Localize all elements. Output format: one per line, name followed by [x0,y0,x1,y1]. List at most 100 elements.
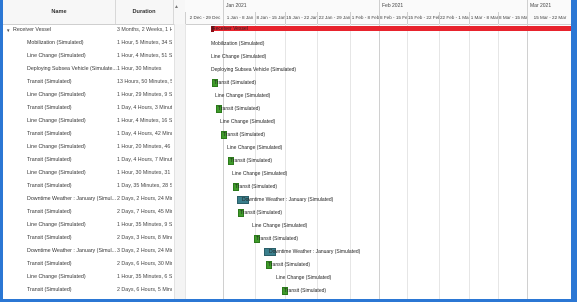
week-header: 8 Feb - 15 Feb [379,12,408,24]
task-duration-cell: 1 Day, 4 Hours, 7 Minute... [117,157,172,163]
task-duration-cell: 1 Day, 35 Minutes, 28 Se... [117,183,172,189]
gridline [439,24,440,299]
task-grid: Name Duration ▲ ▼ Receiver Vessel 3 Months… [3,0,186,299]
bar-label: Downtime Weather : January (Simulated) [269,249,361,255]
bar-label: Line Change (Simulated) [215,93,271,99]
table-row[interactable]: Line Change (Simulated) 1 Hour, 35 Minute… [3,219,173,232]
task-duration-cell: 1 Hour, 4 Minutes, 51 Se... [117,53,172,59]
task-duration-cell: 2 Days, 3 Hours, 8 Minut... [117,235,172,241]
duration-column-label: Duration [132,9,156,15]
table-row[interactable]: Transit (Simulated) 1 Day, 4 Hours, 7 Min… [3,154,173,167]
bar-label: Line Change (Simulated) [220,119,276,125]
task-duration-cell: 1 Hour, 29 Minutes, 9 Se... [117,92,172,98]
bar-label: Line Change (Simulated) [276,275,332,281]
scroll-up-icon[interactable]: ▲ [174,4,179,10]
task-name-cell: Receiver Vessel [13,27,51,33]
gridline [379,24,380,299]
bar-label: Transit (Simulated) [240,210,283,216]
table-row[interactable]: Line Change (Simulated) 1 Hour, 4 Minutes… [3,50,173,63]
table-row[interactable]: Line Change (Simulated) 1 Hour, 4 Minutes… [3,115,173,128]
table-row[interactable]: Line Change (Simulated) 1 Hour, 35 Minute… [3,271,173,284]
week-header: 15 Feb - 22 Feb [407,12,440,24]
duration-column-header[interactable]: Duration [115,0,174,24]
bar-label: Line Change (Simulated) [211,54,267,60]
gridline [407,24,408,299]
bar-label: Transit (Simulated) [214,80,257,86]
task-duration-cell: 2 Days, 6 Hours, 30 Minu... [117,261,172,267]
bar-label: Transit (Simulated) [235,184,278,190]
week-header: 15 Mar - 22 Mar [527,12,571,24]
table-row[interactable]: Transit (Simulated) 2 Days, 3 Hours, 8 Mi… [3,232,173,245]
table-row[interactable]: Line Change (Simulated) 1 Hour, 20 Minute… [3,141,173,154]
bar-label: Transit (Simulated) [256,236,299,242]
table-row[interactable]: Transit (Simulated) 1 Day, 4 Hours, 3 Min… [3,102,173,115]
table-row[interactable]: Downtime Weather : January (Simul... 2 Da… [3,193,173,206]
table-row[interactable]: Mobilization (Simulated) 1 Hour, 5 Minute… [3,37,173,50]
task-duration-cell: 2 Days, 7 Hours, 45 Minu... [117,209,172,215]
task-duration-cell: 3 Months, 2 Weeks, 1 Ho... [117,27,172,33]
task-duration-cell: 1 Day, 4 Hours, 3 Minute... [117,105,172,111]
task-duration-cell: 3 Days, 2 Hours, 24 Minu... [117,248,172,254]
bar-label: Transit (Simulated) [223,132,266,138]
month-header: Jan 2021 [223,0,382,12]
gridline [498,24,499,299]
gridline [185,24,186,299]
month-header: Mar 2021 [527,0,571,12]
bar-label: Mobilization (Simulated) [211,41,265,47]
task-duration-cell: 1 Hour, 4 Minutes, 16 Se... [117,118,172,124]
task-duration-cell: 2 Days, 2 Hours, 24 Minu... [117,196,172,202]
week-header: 1 Feb - 8 Feb [350,12,380,24]
table-row[interactable]: Line Change (Simulated) 1 Hour, 30 Minute… [3,167,173,180]
week-header: 1 Mar - 8 Mar [469,12,499,24]
week-header: 8 Jan - 15 Jan [255,12,286,24]
table-row[interactable]: Transit (Simulated) 1 Day, 4 Hours, 42 Mi… [3,128,173,141]
name-column-label: Name [51,9,67,15]
table-row[interactable]: Line Change (Simulated) 1 Hour, 29 Minute… [3,89,173,102]
bar-label: Line Change (Simulated) [252,223,308,229]
task-duration-cell: 1 Hour, 20 Minutes, 46 S... [117,144,172,150]
gridline [317,24,318,299]
grid-header: Name Duration ▲ [3,0,185,25]
timeline-weeks-header: 2 Dec - 29 Dec 1 Jan - 8 Jan 8 Jan - 15 Ja… [185,12,571,25]
task-duration-cell: 2 Days, 6 Hours, 5 Minut... [117,287,172,293]
gantt-chart: Jan 2021 Feb 2021 Mar 2021 2 Dec - 29 De… [185,0,571,299]
bar-label: Downtime Weather : January (Simulated) [242,197,334,203]
task-duration-cell: 1 Hour, 30 Minutes, 31 S... [117,170,172,176]
table-row[interactable]: Transit (Simulated) 13 Hours, 50 Minutes,… [3,76,173,89]
table-row[interactable]: Downtime Weather : January (Simul... 3 Da… [3,245,173,258]
gridline [350,24,351,299]
gridline [527,24,528,299]
week-header: 15 Jan - 22 Jan [285,12,318,24]
table-row[interactable]: Transit (Simulated) 2 Days, 6 Hours, 5 Mi… [3,284,173,297]
task-duration-cell: 1 Day, 4 Hours, 42 Minut... [117,131,172,137]
grid-vertical-scrollbar[interactable] [174,24,185,299]
bar-label: Deploying Subsea Vehicle (Simulated) [211,67,297,73]
week-header: 22 Jan - 29 Jan [317,12,351,24]
bar-label: Line Change (Simulated) [227,145,283,151]
task-duration-cell: 13 Hours, 50 Minutes, 51... [117,79,172,85]
task-duration-cell: 1 Hour, 35 Minutes, 6 Se... [117,274,172,280]
table-row[interactable]: Transit (Simulated) 2 Days, 6 Hours, 30 M… [3,258,173,271]
bar-label: Transit (Simulated) [230,158,273,164]
table-row[interactable]: ▼Receiver Vessel3 Months, 2 Weeks, 1 Ho.… [3,24,173,37]
name-column-header[interactable]: Name [3,0,116,24]
summary-bar[interactable] [211,26,571,31]
bar-label: Transit (Simulated) [284,288,327,294]
table-row[interactable]: Transit (Simulated) 2 Days, 7 Hours, 45 M… [3,206,173,219]
task-duration-cell: 1 Hour, 30 Minutes [117,66,162,72]
task-duration-cell: 1 Hour, 35 Minutes, 9 Se... [117,222,172,228]
bar-label: Receiver Vessel [212,26,248,32]
week-header: 2 Dec - 29 Dec [185,12,224,24]
bar-label: Transit (Simulated) [218,106,261,112]
week-header: 8 Mar - 15 Mar [498,12,528,24]
task-duration-cell: 1 Hour, 5 Minutes, 34 Se... [117,40,172,46]
month-header: Feb 2021 [379,0,530,12]
window-border-right [571,0,577,302]
week-header: 1 Jan - 8 Jan [223,12,256,24]
bar-label: Line Change (Simulated) [232,171,288,177]
bar-label: Transit (Simulated) [268,262,311,268]
table-row[interactable]: Deploying Subsea Vehicle (Simulate... 1 H… [3,63,173,76]
gridline [469,24,470,299]
table-row[interactable]: Transit (Simulated) 1 Day, 35 Minutes, 28… [3,180,173,193]
week-header: 22 Feb - 1 Mar [439,12,470,24]
